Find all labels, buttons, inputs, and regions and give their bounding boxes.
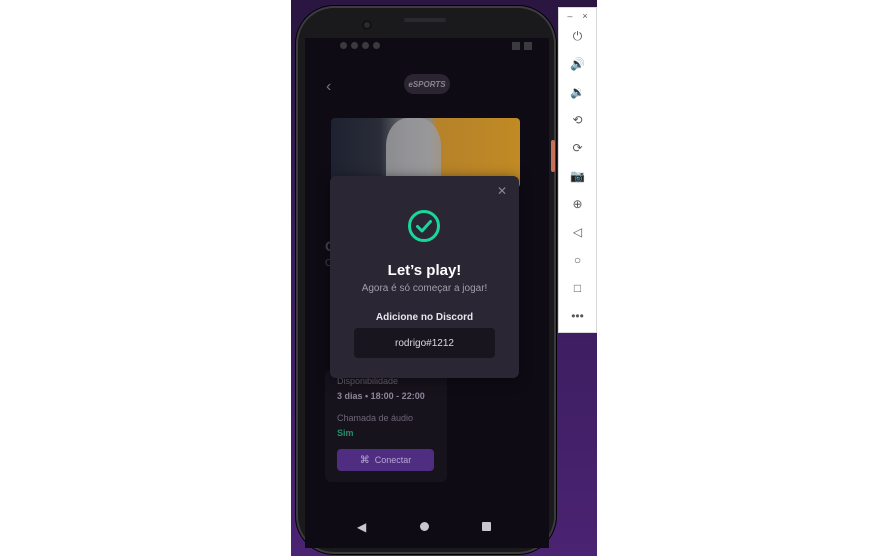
discord-username-field[interactable]: rodrigo#1212 — [354, 328, 495, 358]
status-icon — [373, 42, 380, 49]
status-bar-right — [512, 42, 532, 50]
modal-title: Let’s play! — [387, 262, 462, 279]
close-window-icon[interactable]: × — [582, 8, 587, 24]
volume-down-icon[interactable]: 🔉 — [559, 85, 596, 99]
audio-call-value: Sim — [337, 428, 354, 438]
back-arrow-icon[interactable]: ‹ — [326, 78, 331, 96]
check-circle-icon — [408, 210, 440, 242]
battery-icon — [524, 42, 532, 50]
toolbar-window-controls: – × — [559, 8, 596, 24]
phone-power-button[interactable] — [551, 140, 555, 172]
nav-back-icon[interactable]: ◀ — [357, 520, 366, 534]
minimize-icon[interactable]: – — [567, 8, 572, 24]
camera-icon[interactable]: 📷 — [559, 169, 596, 183]
nav-home-icon[interactable] — [420, 522, 429, 531]
status-bar-left — [340, 42, 380, 49]
signal-icon — [512, 42, 520, 50]
availability-value: 3 dias • 18:00 - 22:00 — [337, 391, 425, 401]
status-icon — [362, 42, 369, 49]
esports-logo: eSPORTS — [404, 74, 450, 94]
rotate-left-icon[interactable]: ⟲ — [559, 113, 596, 127]
front-camera — [362, 20, 372, 30]
discord-label: Adicione no Discord — [375, 312, 474, 323]
close-icon[interactable]: ✕ — [497, 184, 507, 198]
phone-speaker — [404, 18, 446, 22]
audio-call-label: Chamada de áudio — [337, 413, 414, 423]
gamepad-icon: ⌘ — [359, 454, 370, 466]
rotate-right-icon[interactable]: ⟳ — [559, 141, 596, 155]
nav-recents-icon[interactable] — [482, 522, 491, 531]
zoom-icon[interactable]: ⊕ — [559, 197, 596, 211]
connect-button[interactable]: ⌘ Conectar — [337, 449, 434, 471]
status-icon — [351, 42, 358, 49]
connect-button-label: Conectar — [374, 455, 412, 465]
overview-icon[interactable]: □ — [559, 281, 596, 295]
status-icon — [340, 42, 347, 49]
power-icon[interactable]: ⏻ — [559, 29, 596, 43]
more-icon[interactable]: ••• — [559, 309, 596, 323]
back-icon[interactable]: ◁ — [559, 225, 596, 239]
volume-up-icon[interactable]: 🔊 — [559, 57, 596, 71]
home-icon[interactable]: ○ — [559, 253, 596, 267]
modal-subtitle: Agora é só começar a jogar! — [361, 283, 488, 294]
